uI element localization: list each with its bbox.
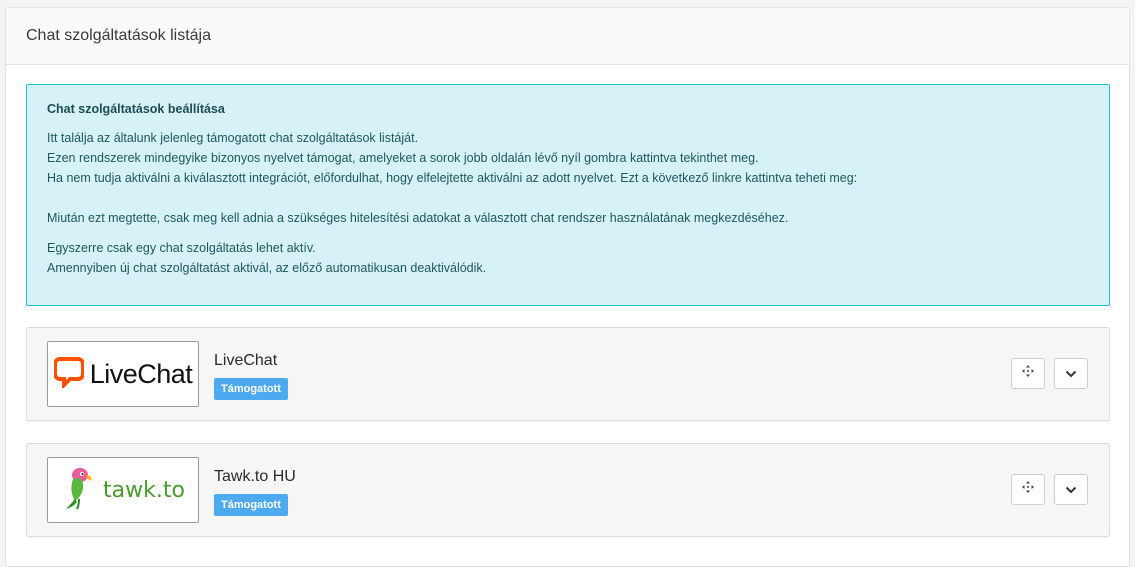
parrot-icon (61, 465, 95, 516)
chevron-down-icon (1065, 365, 1077, 383)
info-line: Egyszerre csak egy chat szolgáltatás leh… (47, 241, 316, 255)
page-title: Chat szolgáltatások listája (26, 27, 211, 44)
move-arrows-icon (1021, 480, 1035, 499)
info-line: Miután ezt megtette, csak meg kell adnia… (47, 211, 789, 225)
expand-languages-button[interactable] (1054, 474, 1088, 505)
chevron-down-icon (1065, 481, 1077, 499)
info-alert-title: Chat szolgáltatások beállítása (47, 102, 225, 116)
chat-services-panel: Chat szolgáltatások listája Chat szolgál… (5, 7, 1130, 567)
service-row-tawkto: tawk.to Tawk.to HU Támogatott (26, 443, 1110, 537)
service-row-livechat: LiveChat LiveChat Támogatott (26, 327, 1110, 421)
info-line: Amennyiben új chat szolgáltatást aktivál… (47, 261, 487, 275)
status-badge: Támogatott (214, 494, 288, 516)
info-alert: Chat szolgáltatások beállítása Itt talál… (26, 84, 1110, 306)
service-name: LiveChat (214, 352, 278, 369)
info-line: Ezen rendszerek mindegyike bizonyos nyel… (47, 151, 759, 165)
move-button[interactable] (1011, 358, 1045, 389)
info-paragraph-1: Itt találja az általunk jelenleg támogat… (47, 128, 1089, 228)
livechat-logo: LiveChat (47, 341, 199, 407)
expand-languages-button[interactable] (1054, 358, 1088, 389)
info-line: Itt találja az általunk jelenleg támogat… (47, 131, 419, 145)
tawkto-logo-text: tawk.to (103, 477, 185, 503)
livechat-logo-text: LiveChat (89, 358, 193, 389)
info-line: Ha nem tudja aktiválni a kiválasztott in… (47, 171, 858, 185)
move-button[interactable] (1011, 474, 1045, 505)
status-badge: Támogatott (214, 378, 288, 400)
panel-header: Chat szolgáltatások listája (6, 8, 1129, 65)
speech-bubble-icon (52, 356, 85, 393)
move-arrows-icon (1021, 364, 1035, 383)
info-line-empty (47, 188, 1089, 208)
service-name: Tawk.to HU (214, 468, 296, 485)
info-paragraph-3: Egyszerre csak egy chat szolgáltatás leh… (47, 238, 1089, 278)
tawkto-logo: tawk.to (47, 457, 199, 523)
